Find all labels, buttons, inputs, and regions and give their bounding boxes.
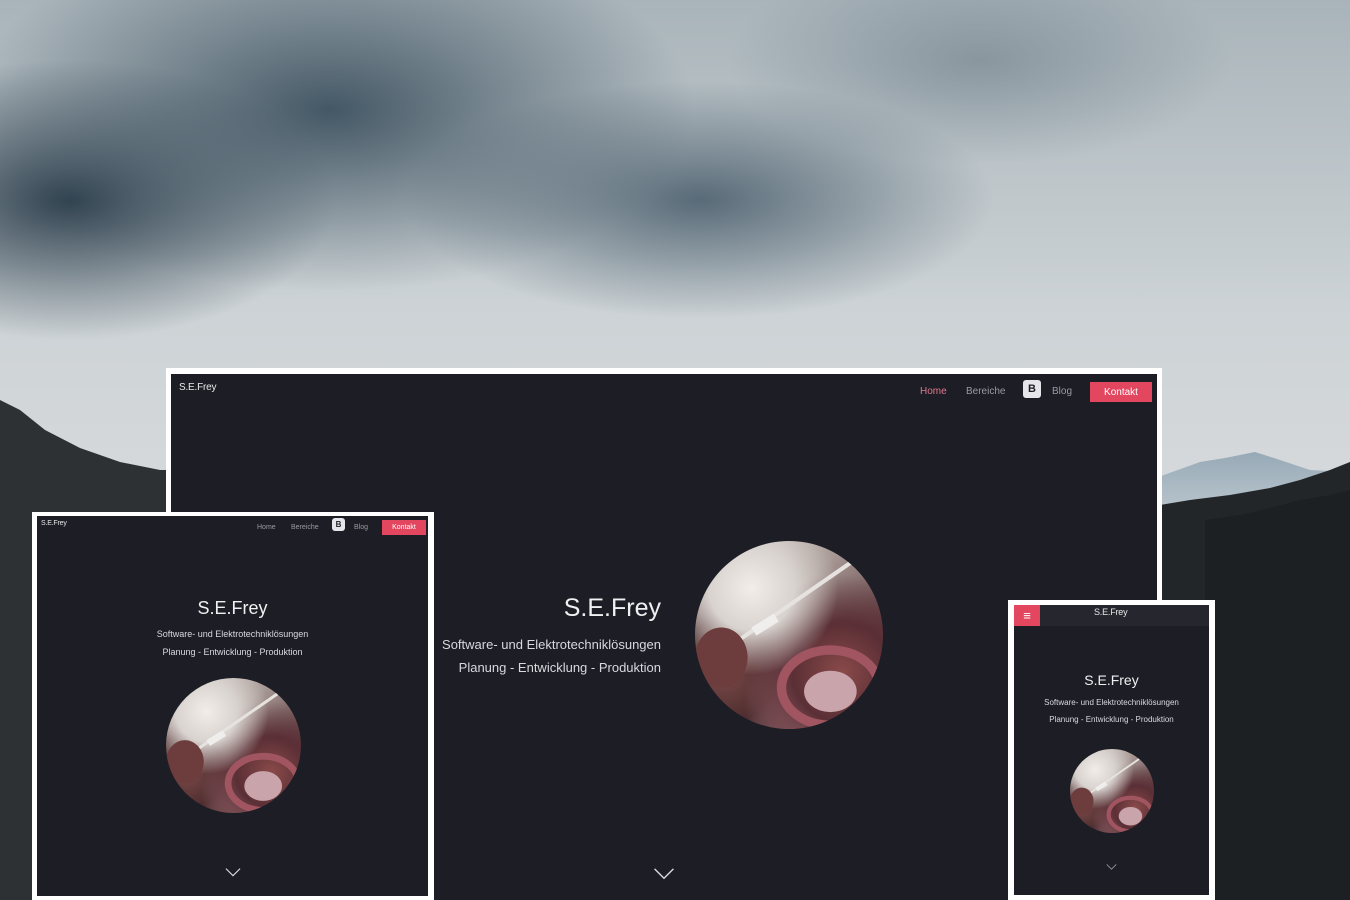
nav-bereiche[interactable]: Bereiche [291, 524, 319, 531]
tablet-screen: S.E.Frey Home Bereiche B Blog Kontakt S.… [37, 516, 428, 896]
brand-logo[interactable]: S.E.Frey [41, 520, 67, 527]
hero-tagline-line2: Planung - Entwicklung - Produktion [458, 660, 661, 675]
hamburger-icon[interactable]: ≡ [1014, 605, 1040, 626]
hero-photo [1070, 749, 1154, 833]
hero-tagline-line2: Planung - Entwicklung - Produktion [162, 647, 303, 657]
nav-home[interactable]: Home [920, 386, 947, 397]
hero-tagline-line1: Software- und Elektrotechniklösungen [156, 629, 309, 639]
kontakt-button[interactable]: Kontakt [1090, 382, 1152, 402]
hero-tagline-line2: Planung - Entwicklung - Produktion [1049, 715, 1174, 724]
brand-logo[interactable]: S.E.Frey [179, 382, 216, 393]
kontakt-button[interactable]: Kontakt [382, 520, 426, 535]
hero-photo [695, 541, 883, 729]
hero-title: S.E.Frey [197, 598, 268, 618]
hero-title: S.E.Frey [563, 594, 661, 622]
hero-tagline-line1: Software- und Elektrotechniklösungen [1044, 698, 1179, 707]
mobile-screen: ≡ S.E.Frey S.E.Frey Software- und Elektr… [1014, 605, 1209, 895]
hero-tagline-line1: Software- und Elektrotechniklösungen [442, 637, 661, 652]
nav-blog[interactable]: Blog [1052, 386, 1072, 397]
hero-text-block: S.E.Frey Software- und Elektrotechniklös… [37, 598, 428, 657]
mobile-frame: ≡ S.E.Frey S.E.Frey Software- und Elektr… [1008, 600, 1215, 900]
brand-logo[interactable]: S.E.Frey [1094, 607, 1128, 617]
hero-photo [166, 678, 301, 813]
chevron-down-icon[interactable] [653, 868, 675, 880]
hero-text-block: S.E.Frey Software- und Elektrotechniklös… [1014, 672, 1209, 724]
tablet-frame: S.E.Frey Home Bereiche B Blog Kontakt S.… [32, 512, 434, 900]
nav-bereiche[interactable]: Bereiche [966, 386, 1005, 397]
chevron-down-icon[interactable] [225, 868, 241, 877]
nav-blog[interactable]: Blog [354, 524, 368, 531]
nav-home[interactable]: Home [257, 524, 276, 531]
blogger-icon[interactable]: B [332, 518, 345, 531]
blogger-icon[interactable]: B [1023, 380, 1041, 398]
hero-title: S.E.Frey [1084, 672, 1139, 688]
chevron-down-icon[interactable] [1106, 864, 1117, 870]
